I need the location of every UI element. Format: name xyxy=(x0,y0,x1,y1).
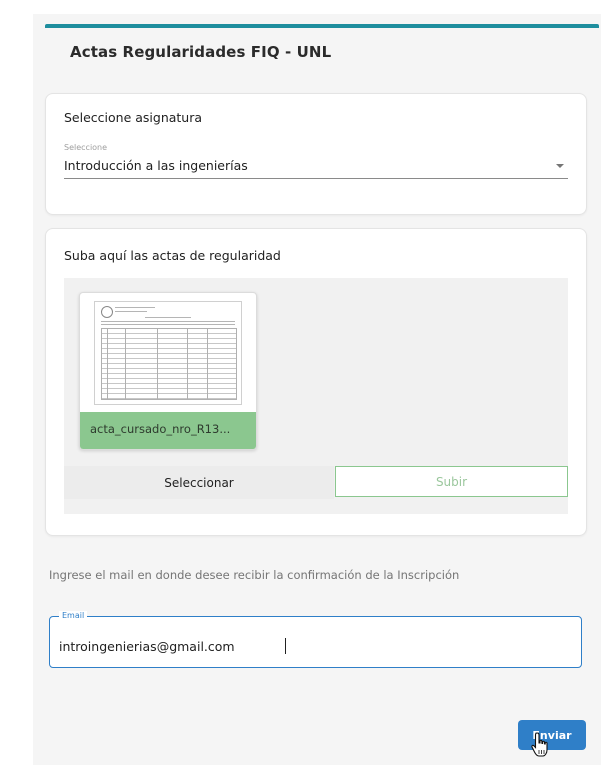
header-accent-bar xyxy=(45,24,599,28)
email-instruction: Ingrese el mail en donde desee recibir l… xyxy=(49,568,460,582)
document-preview-icon xyxy=(94,301,242,405)
upload-card-title: Suba aquí las actas de regularidad xyxy=(64,248,281,263)
form-page: Actas Regularidades FIQ - UNL Seleccione… xyxy=(33,14,601,765)
email-field-label: Email xyxy=(59,611,88,620)
upload-button[interactable]: Subir xyxy=(335,466,568,497)
subject-select-value: Introducción a las ingenierías xyxy=(64,158,248,173)
subject-card: Seleccione asignatura Seleccione Introdu… xyxy=(45,93,587,215)
file-name: acta_cursado_nro_R13... xyxy=(90,422,231,436)
subject-card-title: Seleccione asignatura xyxy=(64,110,203,125)
email-input[interactable] xyxy=(59,639,559,654)
file-caption: acta_cursado_nro_R13... xyxy=(80,412,256,449)
email-field[interactable]: Email xyxy=(49,611,582,668)
subject-select-label: Seleccione xyxy=(64,143,108,152)
subject-select[interactable]: Introducción a las ingenierías xyxy=(64,154,568,179)
text-cursor xyxy=(285,638,286,654)
upload-card: Suba aquí las actas de regularidad acta_… xyxy=(45,228,587,536)
page-title: Actas Regularidades FIQ - UNL xyxy=(70,43,332,61)
select-file-button[interactable]: Seleccionar xyxy=(64,466,334,499)
dropdown-caret-icon[interactable] xyxy=(556,164,564,168)
file-dropzone[interactable]: acta_cursado_nro_R13... Seleccionar Subi… xyxy=(64,278,568,514)
hand-pointer-icon xyxy=(531,732,548,757)
file-thumbnail[interactable]: acta_cursado_nro_R13... xyxy=(79,292,257,450)
